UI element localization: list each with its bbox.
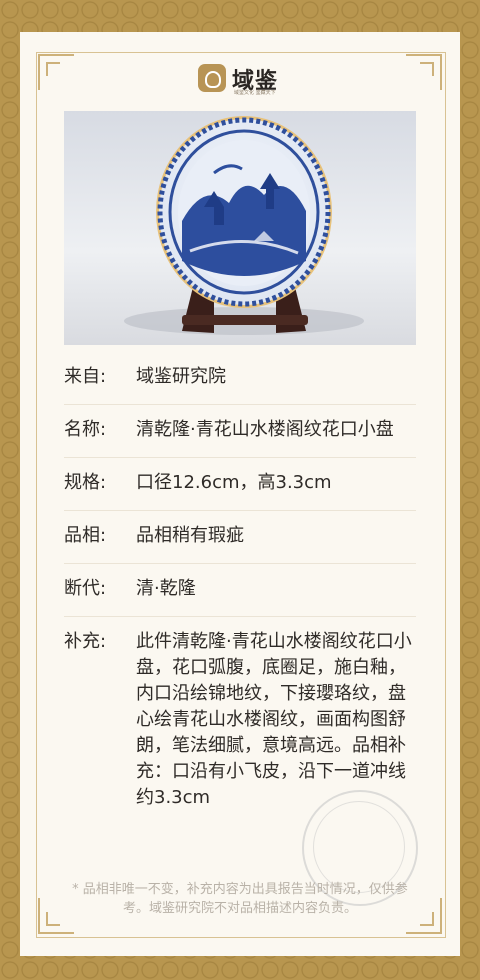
info-label: 来自: — [64, 366, 107, 387]
corner-ornament — [406, 54, 442, 90]
brand-tagline: 域鉴文化 鉴藏天下 — [234, 90, 276, 96]
info-label: 规格: — [64, 472, 107, 493]
info-value: 此件清乾隆·青花山水楼阁纹花口小盘，花口弧腹，底圈足，施白釉，内口沿绘锦地纹，下… — [136, 631, 412, 808]
info-table: 来自: 域鉴研究院 名称: 清乾隆·青花山水楼阁纹花口小盘 规格: 口径12.6… — [64, 352, 416, 825]
info-value: 域鉴研究院 — [136, 366, 226, 387]
info-label: 名称: — [64, 419, 107, 440]
info-label: 断代: — [64, 578, 107, 599]
item-photo — [64, 111, 416, 345]
brand-logo: 域鉴 域鉴文化 鉴藏天下 — [198, 64, 288, 96]
info-row-source: 来自: 域鉴研究院 — [64, 352, 416, 405]
porcelain-dish-icon — [124, 116, 364, 335]
info-label: 补充: — [64, 631, 107, 652]
info-label: 品相: — [64, 525, 107, 546]
info-value: 口径12.6cm，高3.3cm — [136, 472, 332, 493]
info-row-spec: 规格: 口径12.6cm，高3.3cm — [64, 458, 416, 511]
logo-icon — [198, 64, 226, 92]
info-row-dating: 断代: 清·乾隆 — [64, 564, 416, 617]
info-row-condition: 品相: 品相稍有瑕疵 — [64, 511, 416, 564]
info-value: 品相稍有瑕疵 — [136, 525, 244, 546]
info-row-name: 名称: 清乾隆·青花山水楼阁纹花口小盘 — [64, 405, 416, 458]
disclaimer-note: * 品相非唯一不变，补充内容为出具报告当时情况，仅供参考。域鉴研究院不对品相描述… — [72, 882, 408, 916]
corner-ornament — [38, 54, 74, 90]
info-value: 清·乾隆 — [136, 578, 196, 599]
info-value: 清乾隆·青花山水楼阁纹花口小盘 — [136, 419, 394, 440]
